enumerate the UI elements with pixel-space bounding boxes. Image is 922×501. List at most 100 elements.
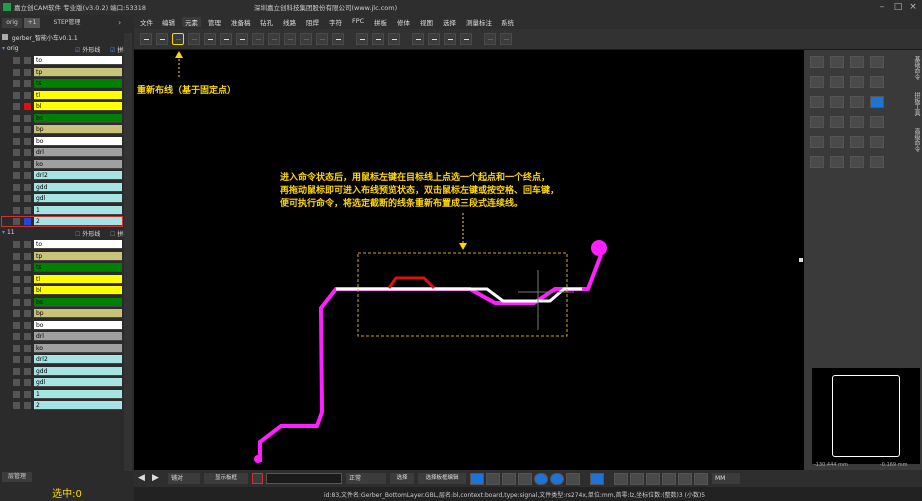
menu-view[interactable]: 视图 xyxy=(420,17,433,27)
layer-visible-toggle[interactable] xyxy=(13,252,20,260)
layer-visible-toggle[interactable] xyxy=(13,172,20,179)
layer-name[interactable]: tl xyxy=(34,90,122,100)
nav-next-icon[interactable]: ▶ xyxy=(152,473,159,483)
measure-icon[interactable] xyxy=(614,473,628,485)
layer-name[interactable]: ko xyxy=(34,343,122,353)
tool-angle-icon[interactable] xyxy=(204,33,216,45)
layer-row[interactable]: gdd xyxy=(2,182,122,192)
tab-add-step[interactable]: +1 xyxy=(24,18,40,28)
layer-color-swatch[interactable] xyxy=(24,321,31,329)
tool-line-icon[interactable] xyxy=(140,33,152,45)
layer-row[interactable]: to xyxy=(2,240,122,249)
menu-select[interactable]: 选择 xyxy=(443,17,456,27)
menu-drill[interactable]: 钻孔 xyxy=(260,17,273,27)
layer-color-swatch[interactable] xyxy=(24,287,31,294)
command-button[interactable] xyxy=(850,156,864,168)
layer-visible-toggle[interactable] xyxy=(13,103,20,110)
layer-row[interactable]: 2 xyxy=(2,401,122,410)
layer-row[interactable]: bs xyxy=(2,297,122,307)
layer-color-swatch[interactable] xyxy=(24,298,31,306)
job-name-row[interactable]: gerber_智能小车v0.1.1 xyxy=(2,33,78,43)
command-button[interactable] xyxy=(830,76,844,88)
layer-color-swatch[interactable] xyxy=(24,137,31,145)
layer-name[interactable]: gdd xyxy=(34,366,122,376)
layer-color-swatch[interactable] xyxy=(24,160,31,168)
layer-name[interactable]: 2 xyxy=(34,401,122,410)
layer-name[interactable]: tp xyxy=(34,251,122,261)
command-button[interactable] xyxy=(850,76,864,88)
menu-system[interactable]: 系统 xyxy=(501,17,514,27)
layer-name[interactable]: bl xyxy=(34,102,122,111)
layer-row[interactable]: ko xyxy=(2,159,122,169)
angle-icon[interactable] xyxy=(646,473,660,485)
group2-outline-toggle[interactable]: ☐ 外形线 xyxy=(75,229,100,238)
layer-name[interactable]: to xyxy=(34,240,122,249)
tool-round-icon[interactable] xyxy=(500,33,512,45)
layer-visible-toggle[interactable] xyxy=(13,310,20,317)
tool-align-icon[interactable] xyxy=(428,33,440,45)
command-button[interactable] xyxy=(810,156,824,168)
layer-visible-toggle[interactable] xyxy=(13,137,20,145)
panel-arrow-icon[interactable]: › xyxy=(118,18,130,28)
menu-measure[interactable]: 测量标注 xyxy=(466,17,492,27)
layer-name[interactable]: bo xyxy=(34,136,122,146)
tool-mirror-icon[interactable] xyxy=(412,33,424,45)
layer-color-swatch[interactable] xyxy=(24,333,31,340)
group2-header[interactable]: ▾ 11 ☐ 外形线 ☐ 拼板 xyxy=(2,229,132,239)
layer-name[interactable]: gdd xyxy=(34,182,122,192)
layer-color-swatch[interactable] xyxy=(24,367,31,375)
layer-color-swatch[interactable] xyxy=(24,195,31,202)
layer-visible-toggle[interactable] xyxy=(13,160,20,168)
layer-name[interactable]: drl xyxy=(34,148,122,157)
layer-name[interactable]: drl2 xyxy=(34,171,122,180)
layer-name[interactable]: bo xyxy=(34,320,122,330)
command-input[interactable] xyxy=(266,473,342,484)
tool-arc-icon[interactable] xyxy=(484,33,496,45)
layer-name[interactable]: tl xyxy=(34,274,122,284)
layer-row[interactable]: tl xyxy=(2,90,122,100)
filter-icon[interactable] xyxy=(566,473,580,485)
layer-color-swatch[interactable] xyxy=(24,206,31,214)
command-button[interactable] xyxy=(870,136,884,148)
layer-row[interactable]: ts xyxy=(2,79,122,88)
command-button[interactable] xyxy=(850,136,864,148)
layer-row[interactable]: 2 xyxy=(1,216,123,227)
tool-node-icon[interactable] xyxy=(372,33,384,45)
command-button[interactable] xyxy=(830,136,844,148)
menu-edit[interactable]: 编辑 xyxy=(162,17,175,27)
zoom-in-icon[interactable] xyxy=(534,473,548,485)
layer-visible-toggle[interactable] xyxy=(13,114,20,122)
layer-row[interactable]: tp xyxy=(2,251,122,261)
tool-loop-icon[interactable] xyxy=(356,33,368,45)
layer-color-swatch[interactable] xyxy=(24,252,31,260)
menu-mask[interactable]: 阻焊 xyxy=(306,17,319,27)
layer-color-swatch[interactable] xyxy=(24,344,31,352)
layer-row[interactable]: drl xyxy=(2,148,122,157)
command-button[interactable] xyxy=(870,116,884,128)
layer-name[interactable]: ts xyxy=(34,79,122,88)
layer-row[interactable]: bp xyxy=(2,309,122,318)
mode-select[interactable]: 正常 xyxy=(346,473,386,484)
tab-advanced-commands[interactable]: 高级命令 xyxy=(912,128,921,152)
layer-name[interactable]: ko xyxy=(34,159,122,169)
layer-visible-toggle[interactable] xyxy=(13,68,20,76)
menu-silk[interactable]: 字符 xyxy=(329,17,342,27)
layer-row[interactable]: gdl xyxy=(2,378,122,387)
layers-icon[interactable] xyxy=(518,473,532,485)
layer-name[interactable]: gdl xyxy=(34,194,122,203)
layer-color-swatch[interactable] xyxy=(24,183,31,191)
layer-name[interactable]: bl xyxy=(34,286,122,295)
menu-panel[interactable]: 拼板 xyxy=(374,17,387,27)
menu-manage[interactable]: 管理 xyxy=(208,17,221,27)
tool-tee-icon[interactable] xyxy=(268,33,280,45)
layer-visible-toggle[interactable] xyxy=(13,356,20,363)
layer-visible-toggle[interactable] xyxy=(13,264,20,271)
command-button[interactable] xyxy=(850,56,864,68)
grid-icon[interactable] xyxy=(502,473,516,485)
layer-color-swatch[interactable] xyxy=(24,264,31,271)
layer-scrollbar[interactable] xyxy=(124,33,132,473)
layer-name[interactable]: bs xyxy=(34,113,122,123)
tab-layer-manage[interactable]: 层管理 xyxy=(2,472,32,482)
layer-visible-toggle[interactable] xyxy=(13,241,20,248)
layer-name[interactable]: 1 xyxy=(34,205,122,215)
